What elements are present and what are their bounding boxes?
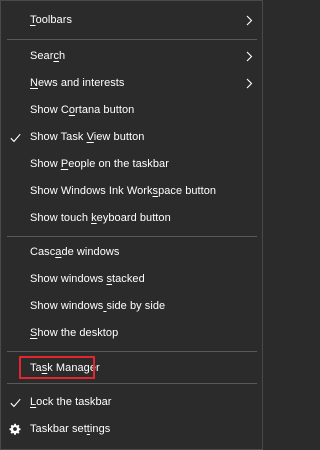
- menu-item-label: Lock the taskbar: [30, 396, 112, 408]
- menu-item-label: Show Cortana button: [30, 104, 135, 116]
- menu-item-toolbars[interactable]: Toolbars: [1, 7, 262, 34]
- menu-item-search[interactable]: Search: [1, 43, 262, 70]
- menu-separator: [7, 236, 257, 237]
- menu-item-show-cortana-button[interactable]: Show Cortana button: [1, 97, 262, 124]
- menu-item-show-windows-side-by-side[interactable]: Show windows side by side: [1, 293, 262, 320]
- menu-item-label: Show Task View button: [30, 131, 145, 143]
- chevron-right-icon: [246, 51, 253, 62]
- menu-item-show-people-on-taskbar[interactable]: Show People on the taskbar: [1, 151, 262, 178]
- menu-item-label: Show touch keyboard button: [30, 212, 171, 224]
- checkmark-icon: [10, 398, 21, 408]
- menu-item-label: Search: [30, 50, 66, 62]
- chevron-right-icon: [246, 78, 253, 89]
- menu-item-show-task-view-button[interactable]: Show Task View button: [1, 124, 262, 151]
- menu-item-label: Taskbar settings: [30, 423, 111, 435]
- menu-item-label: Show the desktop: [30, 327, 119, 339]
- menu-item-cascade-windows[interactable]: Cascade windows: [1, 239, 262, 266]
- menu-item-show-touch-keyboard-button[interactable]: Show touch keyboard button: [1, 205, 262, 232]
- menu-item-show-windows-stacked[interactable]: Show windows stacked: [1, 266, 262, 293]
- task-manager-highlight: [19, 356, 95, 379]
- menu-item-label: Show windows side by side: [30, 300, 166, 312]
- chevron-right-icon: [246, 15, 253, 26]
- menu-separator: [7, 351, 257, 352]
- menu-item-label: Show People on the taskbar: [30, 158, 169, 170]
- menu-item-taskbar-settings[interactable]: Taskbar settings: [1, 416, 262, 443]
- menu-item-label: Show windows stacked: [30, 273, 145, 285]
- menu-item-news-and-interests[interactable]: News and interests: [1, 70, 262, 97]
- menu-item-label: Show Windows Ink Workspace button: [30, 185, 217, 197]
- menu-item-label: News and interests: [30, 77, 125, 89]
- menu-separator: [7, 39, 257, 40]
- menu-item-label: Cascade windows: [30, 246, 120, 258]
- menu-item-lock-the-taskbar[interactable]: Lock the taskbar: [1, 389, 262, 416]
- menu-separator: [7, 383, 257, 384]
- gear-icon: [9, 423, 21, 435]
- checkmark-icon: [10, 133, 21, 143]
- menu-item-show-windows-ink-workspace-button[interactable]: Show Windows Ink Workspace button: [1, 178, 262, 205]
- menu-item-label: Toolbars: [30, 14, 72, 26]
- menu-item-show-the-desktop[interactable]: Show the desktop: [1, 320, 262, 347]
- taskbar-context-menu: Toolbars Search News and interests Show …: [0, 0, 263, 450]
